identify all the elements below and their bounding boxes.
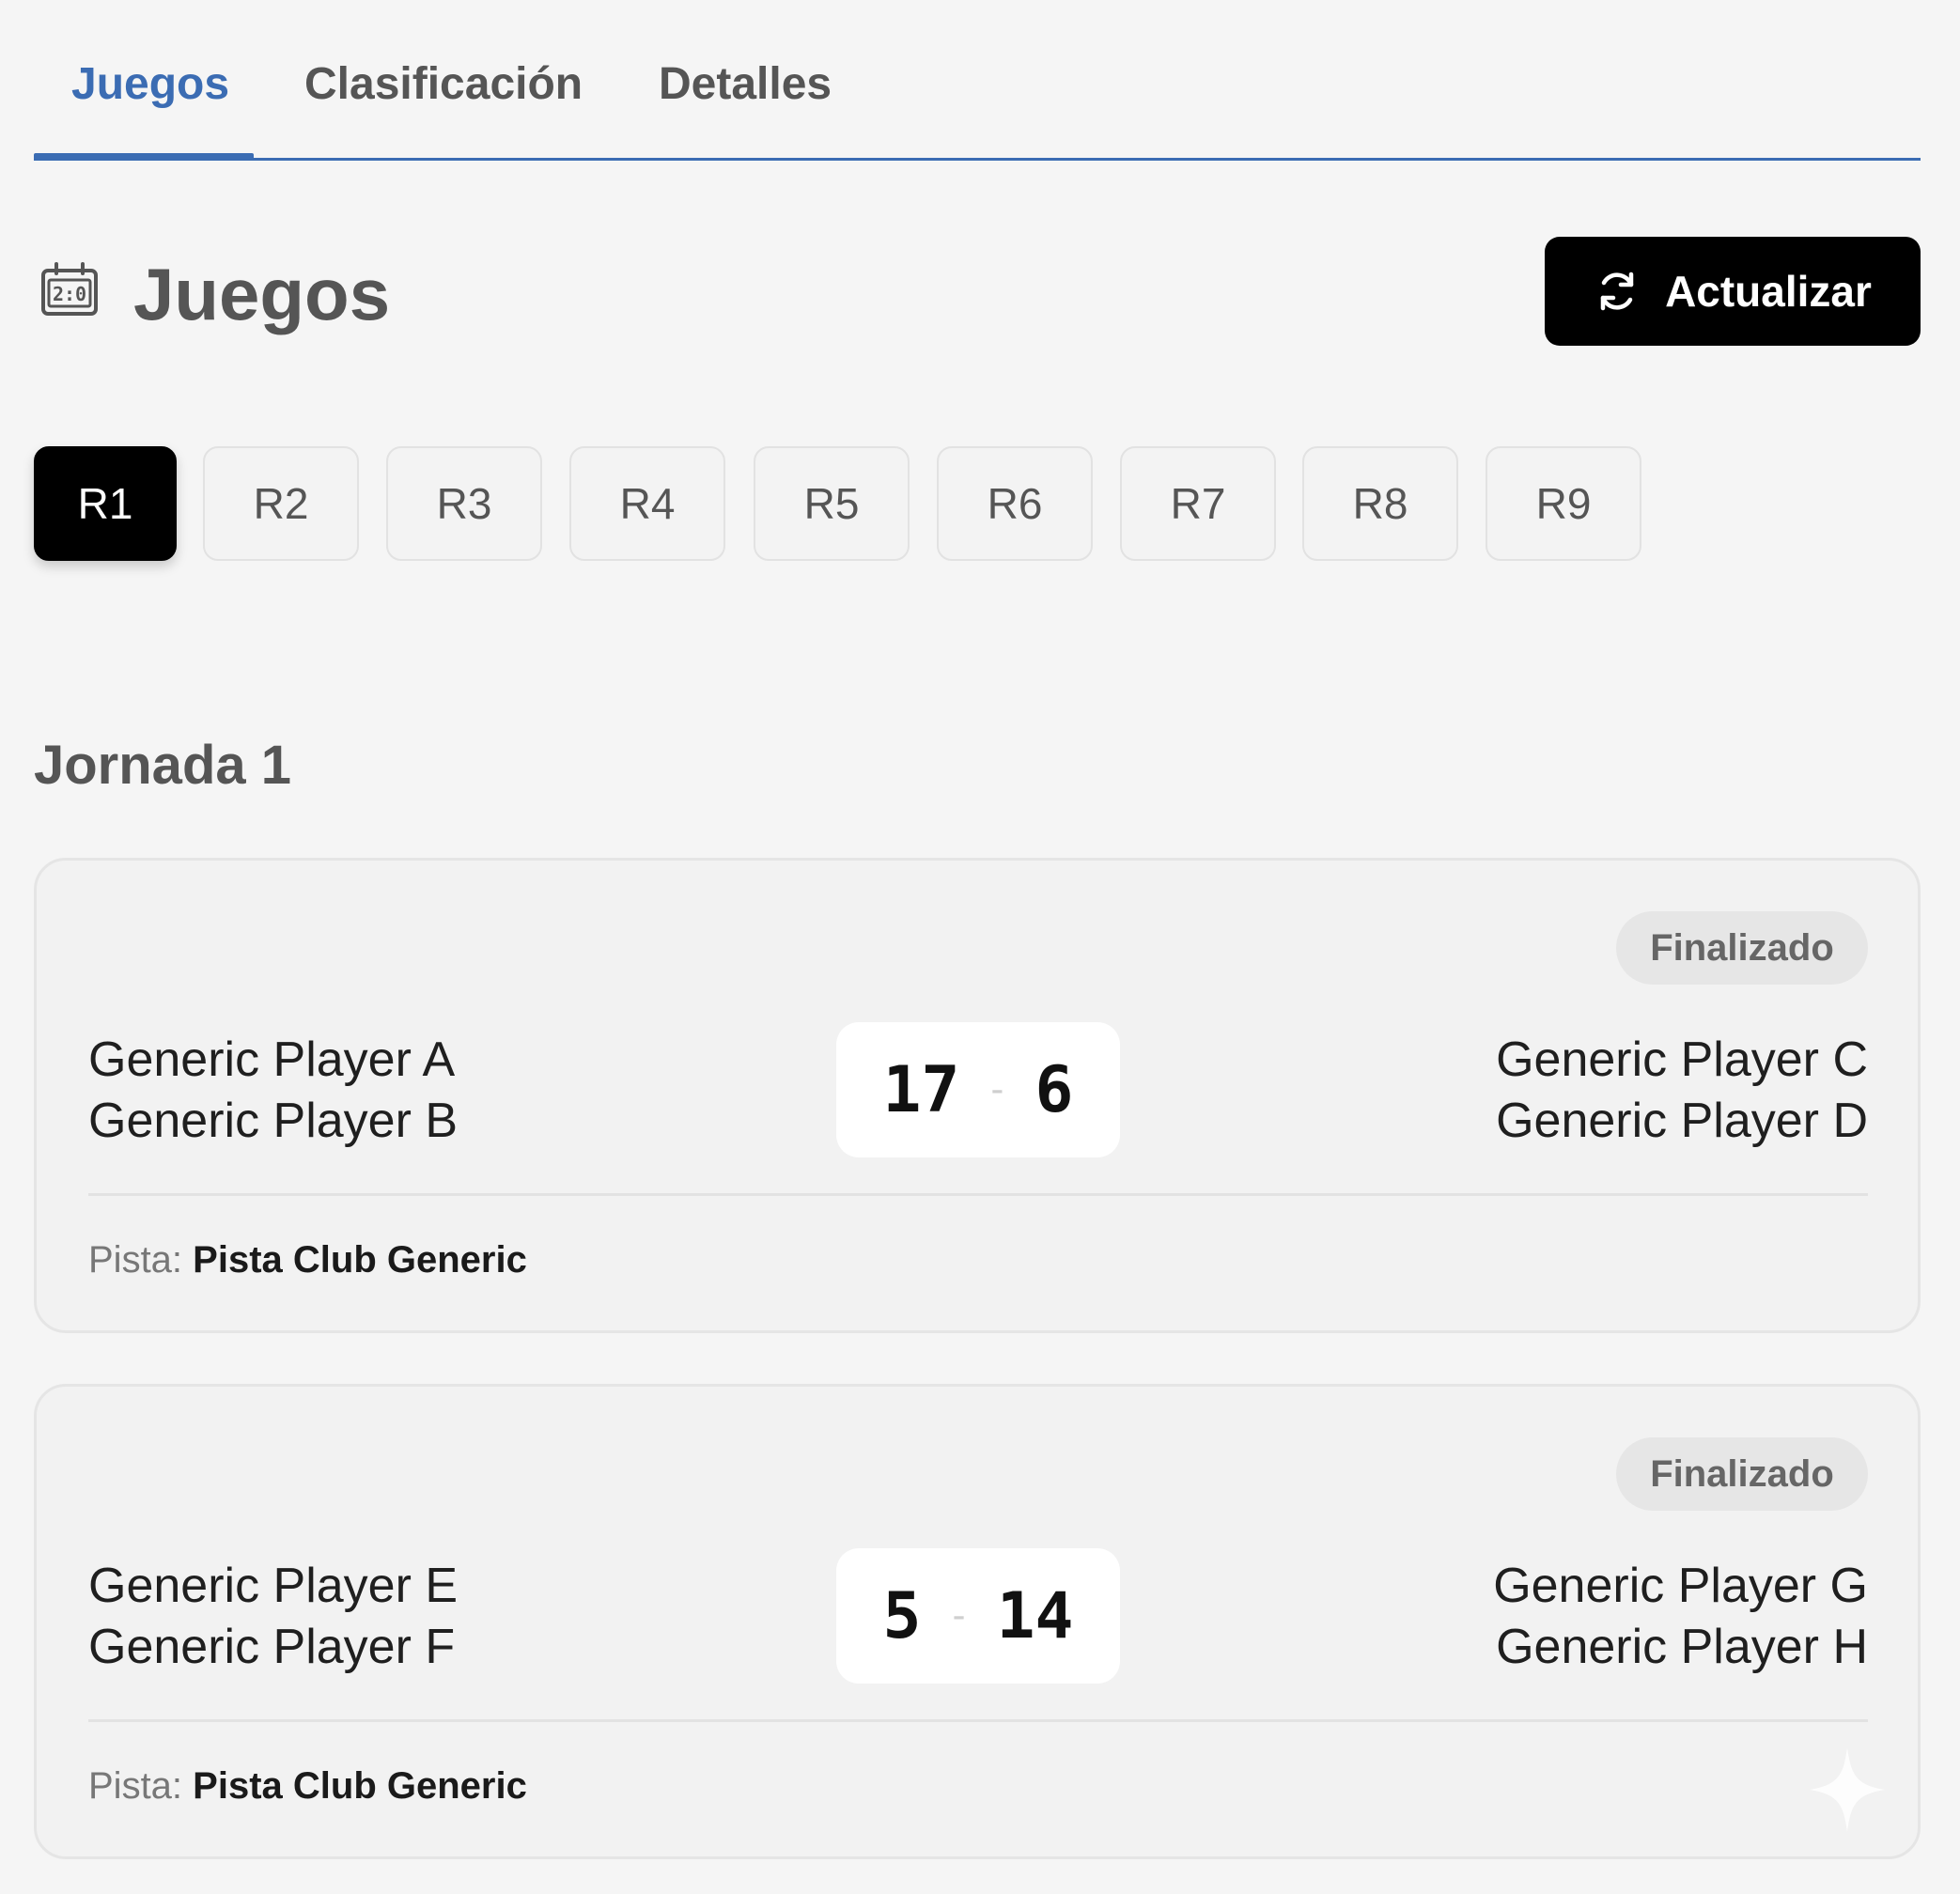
tab-baseline: [34, 158, 1921, 161]
tab-bar: Juegos Clasificación Detalles: [34, 0, 1921, 162]
round-selector: R1 R2 R3 R4 R5 R6 R7 R8 R9: [34, 446, 1921, 561]
tab-juegos[interactable]: Juegos: [71, 56, 229, 113]
player-name: Generic Player A: [88, 1032, 456, 1087]
scoreboard-icon: 2:0: [39, 259, 100, 319]
page-title: Juegos: [133, 253, 391, 335]
score-separator: -: [986, 1068, 1009, 1111]
refresh-button-label: Actualizar: [1665, 267, 1872, 316]
card-divider: [88, 1193, 1868, 1196]
round-pill-r1[interactable]: R1: [34, 446, 177, 561]
active-tab-indicator: [34, 153, 254, 161]
match-card[interactable]: Finalizado Generic Player A Generic Play…: [34, 858, 1921, 1333]
score-left: 5: [882, 1578, 922, 1653]
round-pill-r8[interactable]: R8: [1302, 446, 1458, 561]
score-box: 5 - 14: [836, 1548, 1120, 1684]
status-badge: Finalizado: [1616, 1437, 1868, 1511]
page: Juegos Clasificación Detalles 2:0 Juegos: [0, 0, 1960, 1894]
team-right: Generic Player G Generic Player H: [1493, 1556, 1868, 1678]
team-left: Generic Player A Generic Player B: [88, 1030, 458, 1152]
card-divider: [88, 1719, 1868, 1722]
section-header: 2:0 Juegos Actualizar: [34, 235, 1921, 348]
player-name: Generic Player D: [1496, 1094, 1868, 1148]
player-name: Generic Player G: [1493, 1559, 1868, 1613]
player-name: Generic Player B: [88, 1094, 459, 1148]
court-info: Pista: Pista Club Generic: [88, 1236, 527, 1283]
court-info: Pista: Pista Club Generic: [88, 1762, 527, 1809]
round-pill-r3[interactable]: R3: [386, 446, 542, 561]
court-label: Pista:: [88, 1765, 183, 1807]
round-pill-r2[interactable]: R2: [203, 446, 359, 561]
score-separator: -: [947, 1594, 971, 1638]
court-name: Pista Club Generic: [193, 1765, 527, 1807]
team-right: Generic Player C Generic Player D: [1496, 1030, 1868, 1152]
status-badge: Finalizado: [1616, 911, 1868, 985]
player-name: Generic Player H: [1496, 1620, 1868, 1674]
player-name: Generic Player F: [88, 1620, 456, 1674]
player-name: Generic Player C: [1496, 1032, 1868, 1087]
round-pill-r7[interactable]: R7: [1120, 446, 1276, 561]
score-left: 17: [882, 1052, 960, 1127]
court-name: Pista Club Generic: [193, 1239, 527, 1281]
score-right: 6: [1034, 1052, 1074, 1127]
jornada-title: Jornada 1: [34, 735, 291, 796]
team-left: Generic Player E Generic Player F: [88, 1556, 458, 1678]
tab-detalles[interactable]: Detalles: [659, 56, 832, 113]
score-right: 14: [996, 1578, 1074, 1653]
match-card[interactable]: Finalizado Generic Player E Generic Play…: [34, 1384, 1921, 1859]
player-name: Generic Player E: [88, 1559, 459, 1613]
round-pill-r9[interactable]: R9: [1486, 446, 1641, 561]
refresh-icon: [1594, 268, 1641, 315]
round-pill-r4[interactable]: R4: [569, 446, 725, 561]
svg-text:2:0: 2:0: [53, 283, 86, 305]
score-box: 17 - 6: [836, 1022, 1120, 1157]
tab-clasificacion[interactable]: Clasificación: [304, 56, 583, 113]
round-pill-r5[interactable]: R5: [754, 446, 910, 561]
sparkle-icon: [1810, 1747, 1885, 1832]
refresh-button[interactable]: Actualizar: [1545, 237, 1921, 346]
round-pill-r6[interactable]: R6: [937, 446, 1093, 561]
court-label: Pista:: [88, 1239, 183, 1281]
